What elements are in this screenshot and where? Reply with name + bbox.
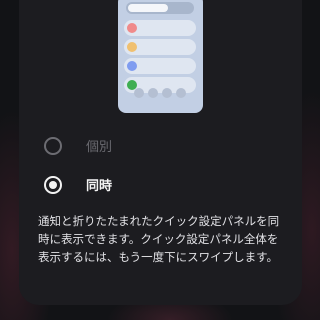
notification-panel-preview: [118, 0, 203, 113]
option-label: 個別: [86, 140, 113, 155]
option-separate[interactable]: 個別: [44, 134, 244, 158]
radio-button-selected[interactable]: [44, 176, 62, 194]
preview-dot: [127, 23, 137, 33]
preview-dot: [127, 42, 137, 52]
preview-tile-row: [124, 39, 196, 55]
preview-brightness-bar: [126, 2, 194, 14]
preview-tile-row: [124, 58, 196, 74]
preview-dock: [126, 87, 194, 99]
preview-tile-row: [124, 20, 196, 36]
option-description: 通知と折りたたまれたクイック設定パネルを同時に表示できます。クイック設定パネル全…: [38, 214, 280, 264]
radio-button[interactable]: [44, 137, 62, 155]
preview-dot: [127, 61, 137, 71]
option-together[interactable]: 同時: [44, 173, 244, 197]
option-label: 同時: [86, 179, 113, 194]
